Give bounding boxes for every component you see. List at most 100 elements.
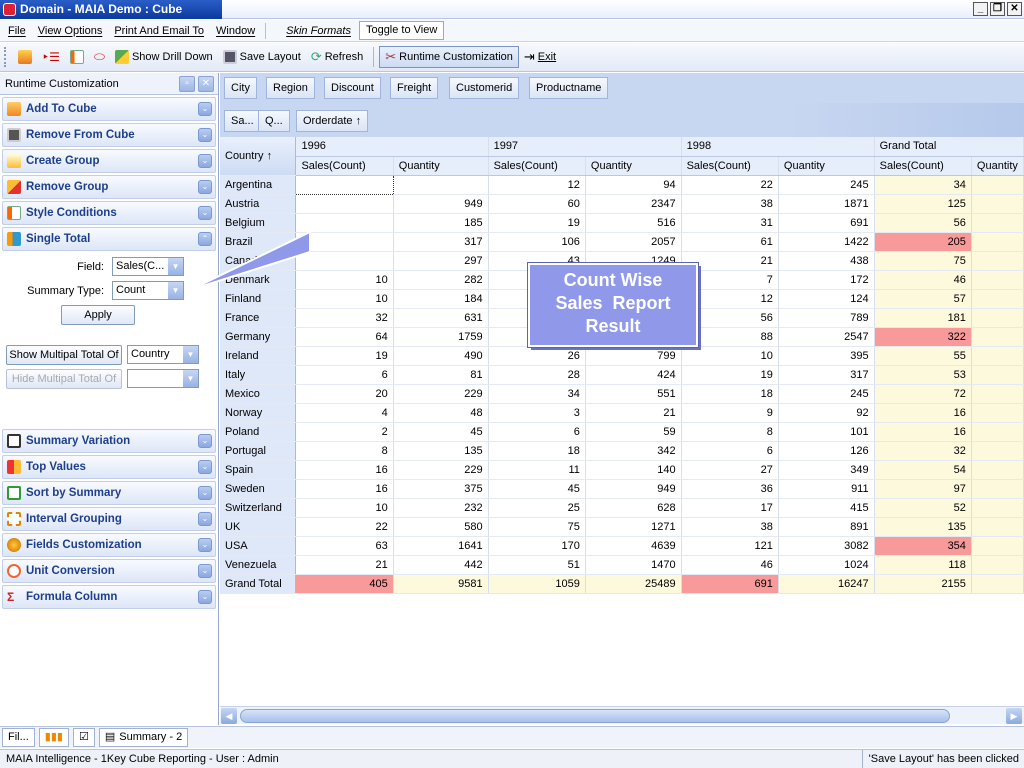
table-cell[interactable]: 2	[295, 422, 394, 442]
table-cell[interactable]	[971, 175, 1024, 195]
table-cell[interactable]: 92	[778, 403, 875, 423]
table-cell[interactable]: 75	[488, 517, 586, 537]
row-header-country[interactable]: Mexico	[220, 384, 297, 404]
table-cell[interactable]: 10	[295, 498, 394, 518]
row-header-country[interactable]: Venezuela	[220, 555, 297, 575]
year-header[interactable]: 1996	[295, 137, 489, 157]
table-cell[interactable]: 10	[295, 270, 394, 290]
style-icon-button[interactable]	[65, 46, 89, 68]
table-cell[interactable]	[971, 289, 1024, 309]
row-header-country[interactable]: Switzerland	[220, 498, 297, 518]
table-cell[interactable]: 121	[681, 536, 779, 556]
table-cell[interactable]: 185	[393, 213, 489, 233]
table-cell[interactable]: 106	[488, 232, 586, 252]
table-cell[interactable]: 94	[585, 175, 682, 195]
table-cell[interactable]: 34	[488, 384, 586, 404]
chat-icon-button[interactable]: ⬭	[89, 46, 110, 68]
table-cell[interactable]: 317	[393, 232, 489, 252]
table-cell[interactable]: 631	[393, 308, 489, 328]
table-cell[interactable]: 18	[488, 441, 586, 461]
table-cell[interactable]: 375	[393, 479, 489, 499]
table-cell[interactable]: 38	[681, 517, 779, 537]
table-cell[interactable]: 322	[874, 327, 972, 347]
table-cell[interactable]	[971, 498, 1024, 518]
year-header[interactable]: 1997	[488, 137, 682, 157]
field-region[interactable]: Region	[266, 77, 315, 99]
row-header-country[interactable]: Norway	[220, 403, 297, 423]
row-header-country[interactable]: USA	[220, 536, 297, 556]
table-cell[interactable]: 124	[778, 289, 875, 309]
scroll-thumb[interactable]	[240, 709, 950, 723]
restore-icon[interactable]: ❐	[990, 2, 1005, 16]
field-sales[interactable]: Sa...	[224, 110, 261, 132]
chevron-down-icon[interactable]: ⌄	[198, 154, 212, 168]
table-cell[interactable]: 297	[393, 251, 489, 271]
group-add-to-cube[interactable]: Add To Cube ⌄	[2, 97, 216, 121]
table-cell[interactable]: 551	[585, 384, 682, 404]
menu-file[interactable]: File	[2, 25, 32, 37]
row-header-country[interactable]: Denmark	[220, 270, 297, 290]
table-cell[interactable]: 52	[874, 498, 972, 518]
table-cell[interactable]	[971, 460, 1024, 480]
table-cell[interactable]: 16247	[778, 573, 875, 594]
table-cell[interactable]: 245	[778, 384, 875, 404]
field-city[interactable]: City	[224, 77, 257, 99]
cube-icon-button[interactable]	[13, 46, 37, 68]
table-cell[interactable]: 53	[874, 365, 972, 385]
group-formula-column[interactable]: Σ Formula Column ⌄	[2, 585, 216, 609]
chevron-down-icon[interactable]: ⌄	[198, 206, 212, 220]
menu-print-email[interactable]: Print And Email To	[108, 25, 210, 37]
table-cell[interactable]: 27	[681, 460, 779, 480]
chevron-down-icon[interactable]: ⌄	[198, 590, 212, 604]
table-cell[interactable]: 580	[393, 517, 489, 537]
group-remove-from-cube[interactable]: Remove From Cube ⌄	[2, 123, 216, 147]
table-cell[interactable]: 342	[585, 441, 682, 461]
table-cell[interactable]: 61	[681, 232, 779, 252]
table-cell[interactable]	[393, 175, 489, 195]
table-cell[interactable]: 60	[488, 194, 586, 214]
menu-skin-formats[interactable]: Skin Formats	[280, 25, 357, 37]
chevron-down-icon[interactable]: ▼	[168, 258, 183, 275]
show-multipal-total-button[interactable]: Show Multipal Total Of	[6, 345, 122, 365]
table-cell[interactable]: 22	[295, 517, 394, 537]
table-cell[interactable]: 135	[393, 441, 489, 461]
row-header-country[interactable]: Austria	[220, 194, 297, 214]
table-cell[interactable]: 2057	[585, 232, 682, 252]
table-cell[interactable]: 32	[874, 441, 972, 461]
row-header-country[interactable]: Portugal	[220, 441, 297, 461]
table-cell[interactable]: 46	[874, 270, 972, 290]
table-cell[interactable]: 125	[874, 194, 972, 214]
chevron-down-icon[interactable]: ⌄	[198, 486, 212, 500]
table-cell[interactable]: 172	[778, 270, 875, 290]
table-cell[interactable]	[971, 194, 1024, 214]
table-cell[interactable]: 20	[295, 384, 394, 404]
field-productname[interactable]: Productname	[529, 77, 609, 99]
table-cell[interactable]: 789	[778, 308, 875, 328]
table-cell[interactable]: 490	[393, 346, 489, 366]
table-cell[interactable]: 1271	[585, 517, 682, 537]
row-header-country[interactable]: Poland	[220, 422, 297, 442]
table-cell[interactable]: 31	[681, 213, 779, 233]
table-cell[interactable]	[971, 232, 1024, 252]
chevron-down-icon[interactable]: ⌄	[198, 434, 212, 448]
multipal-total-combo[interactable]: Country ▼	[127, 345, 199, 364]
table-cell[interactable]: 10	[295, 289, 394, 309]
group-single-total[interactable]: Single Total ⌃	[2, 227, 216, 251]
table-cell[interactable]: 51	[488, 555, 586, 575]
table-cell[interactable]: 19	[681, 365, 779, 385]
table-cell[interactable]: 16	[295, 460, 394, 480]
table-cell[interactable]: 229	[393, 384, 489, 404]
table-cell[interactable]: 229	[393, 460, 489, 480]
table-cell[interactable]: 45	[393, 422, 489, 442]
group-sort-by-summary[interactable]: Sort by Summary ⌄	[2, 481, 216, 505]
table-cell[interactable]: 16	[874, 422, 972, 442]
table-cell[interactable]: 2155	[874, 573, 972, 594]
chevron-down-icon[interactable]: ⌄	[198, 128, 212, 142]
chevron-down-icon[interactable]: ⌄	[198, 102, 212, 116]
scroll-right-icon[interactable]: ▶	[1006, 708, 1022, 724]
table-cell[interactable]	[295, 174, 394, 195]
table-cell[interactable]: 135	[874, 517, 972, 537]
table-cell[interactable]: 184	[393, 289, 489, 309]
table-cell[interactable]: 45	[488, 479, 586, 499]
table-cell[interactable]: 628	[585, 498, 682, 518]
